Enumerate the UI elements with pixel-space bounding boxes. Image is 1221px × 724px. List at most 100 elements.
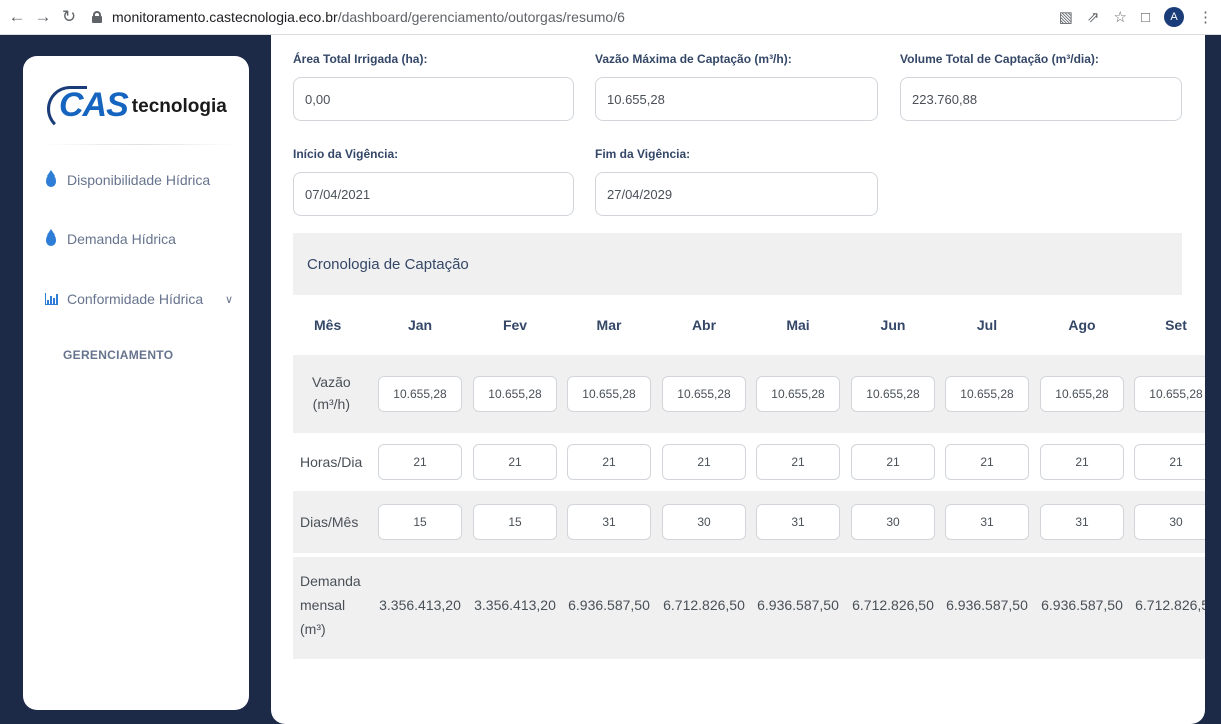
month-header: Jul (976, 317, 998, 333)
demanda-label-line: Demanda (300, 573, 361, 589)
dias-input[interactable]: 31 (945, 504, 1029, 540)
address-bar[interactable]: monitoramento.castecnologia.eco.br/dashb… (92, 4, 1059, 30)
demanda-row: Demanda mensal (m³) 3.356.413,20 3.356.4… (293, 557, 1205, 659)
water-drop-icon (43, 169, 59, 188)
horas-input[interactable]: 21 (851, 444, 935, 480)
back-icon[interactable]: ← (6, 6, 28, 28)
share-icon[interactable]: ⇗ (1087, 8, 1100, 26)
dias-input[interactable]: 30 (662, 504, 746, 540)
forward-icon[interactable]: → (32, 6, 54, 28)
dias-input[interactable]: 31 (756, 504, 840, 540)
profile-avatar[interactable]: A (1164, 7, 1184, 27)
month-header: Mai (786, 317, 810, 333)
month-header: Mar (596, 317, 622, 333)
demanda-value: 6.712.826,50 (852, 597, 934, 613)
dias-input[interactable]: 31 (1040, 504, 1124, 540)
vazao-input[interactable]: 10.655,28 (378, 376, 462, 412)
browser-toolbar: ← → ↻ monitoramento.castecnologia.eco.br… (0, 0, 1221, 35)
demanda-unit-line: (m³) (300, 621, 326, 637)
month-header: Jun (880, 317, 906, 333)
horas-input[interactable]: 21 (1040, 444, 1124, 480)
chevron-down-icon[interactable]: ∨ (225, 293, 233, 306)
side-panel-icon[interactable]: □ (1141, 9, 1150, 26)
horas-input[interactable]: 21 (662, 444, 746, 480)
fim-vigencia-label: Fim da Vigência: (595, 147, 691, 161)
volume-total-label: Volume Total de Captação (m³/dia): (900, 52, 1099, 66)
main-content: Área Total Irrigada (ha): 0,00 Vazão Máx… (271, 35, 1205, 724)
lock-icon (92, 11, 102, 23)
fim-vigencia-field[interactable]: 27/04/2029 (595, 172, 878, 216)
inicio-vigencia-field[interactable]: 07/04/2021 (293, 172, 574, 216)
table-header-row: Mês Jan Fev Mar Abr Mai Jun Jul Ago Set (293, 295, 1205, 355)
mes-column-header: Mês (314, 317, 342, 333)
demanda-value: 3.356.413,20 (379, 597, 461, 613)
dias-input[interactable]: 30 (1134, 504, 1205, 540)
volume-total-field[interactable]: 223.760,88 (900, 77, 1182, 121)
demanda-row-label: Demanda mensal (m³) (300, 569, 361, 641)
vazao-input[interactable]: 10.655,28 (473, 376, 557, 412)
month-header: Jan (407, 317, 433, 333)
horas-row: Horas/Dia 21 21 21 21 21 21 21 21 21 (293, 433, 1205, 491)
horas-input[interactable]: 21 (945, 444, 1029, 480)
month-header: Fev (502, 317, 528, 333)
vazao-input[interactable]: 10.655,28 (567, 376, 651, 412)
cronologia-header: Cronologia de Captação (293, 233, 1182, 295)
horas-input[interactable]: 21 (378, 444, 462, 480)
bar-chart-icon (43, 291, 59, 307)
sidebar-section-gerenciamento: GERENCIAMENTO (63, 348, 174, 362)
vazao-label-line: Vazão (312, 374, 351, 390)
water-drop-icon (43, 228, 59, 247)
sidebar-divider (45, 144, 235, 145)
dias-input[interactable]: 31 (567, 504, 651, 540)
logo-tecnologia-text: tecnologia (131, 96, 227, 117)
dias-row-label: Dias/Mês (300, 514, 359, 530)
vazao-maxima-field[interactable]: 10.655,28 (595, 77, 878, 121)
vazao-input[interactable]: 10.655,28 (1134, 376, 1205, 412)
dias-input[interactable]: 30 (851, 504, 935, 540)
dias-input[interactable]: 15 (378, 504, 462, 540)
sidebar-item-conformidade[interactable]: Conformidade Hídrica ∨ (43, 291, 249, 307)
dias-input[interactable]: 15 (473, 504, 557, 540)
vazao-maxima-label: Vazão Máxima de Captação (m³/h): (595, 52, 792, 66)
cronologia-title: Cronologia de Captação (307, 255, 469, 273)
vazao-input[interactable]: 10.655,28 (662, 376, 746, 412)
demanda-value: 6.936.587,50 (1041, 597, 1123, 613)
translate-icon[interactable]: ▧ (1059, 8, 1073, 26)
reload-icon[interactable]: ↻ (58, 6, 80, 28)
url-domain: monitoramento.castecnologia.eco.br (112, 9, 338, 25)
browser-menu-icon[interactable]: ⋮ (1198, 8, 1213, 26)
sidebar-item-label: Demanda Hídrica (67, 231, 176, 247)
demanda-value: 3.356.413,20 (474, 597, 556, 613)
horas-input[interactable]: 21 (756, 444, 840, 480)
sidebar-item-disponibilidade[interactable]: Disponibilidade Hídrica (43, 169, 211, 188)
horas-row-label: Horas/Dia (300, 454, 363, 470)
month-header: Abr (691, 317, 717, 333)
demanda-value: 6.936.587,50 (946, 597, 1028, 613)
vazao-input[interactable]: 10.655,28 (945, 376, 1029, 412)
area-irrigada-field[interactable]: 0,00 (293, 77, 574, 121)
demanda-label-line: mensal (300, 597, 346, 613)
sidebar-item-demanda[interactable]: Demanda Hídrica (43, 228, 176, 247)
horas-input[interactable]: 21 (567, 444, 651, 480)
horas-input[interactable]: 21 (1134, 444, 1205, 480)
vazao-input[interactable]: 10.655,28 (1040, 376, 1124, 412)
month-header: Set (1165, 317, 1187, 333)
cas-tecnologia-logo[interactable]: CAS tecnologia (45, 78, 235, 132)
area-irrigada-label: Área Total Irrigada (ha): (293, 52, 428, 66)
dias-row: Dias/Mês 15 15 31 30 31 30 31 31 30 (293, 491, 1205, 553)
vazao-input[interactable]: 10.655,28 (756, 376, 840, 412)
month-header: Ago (1068, 317, 1096, 333)
sidebar-item-label: Conformidade Hídrica (67, 291, 204, 307)
demanda-value: 6.936.587,50 (757, 597, 839, 613)
inicio-vigencia-label: Início da Vigência: (293, 147, 399, 161)
logo-cas-text: CAS (59, 85, 129, 124)
demanda-value: 6.936.587,50 (568, 597, 650, 613)
vazao-input[interactable]: 10.655,28 (851, 376, 935, 412)
vazao-unit-line: (m³/h) (312, 396, 350, 412)
sidebar-item-label: Disponibilidade Hídrica (67, 172, 211, 188)
horas-input[interactable]: 21 (473, 444, 557, 480)
bookmark-star-icon[interactable]: ☆ (1113, 8, 1126, 26)
sidebar: CAS tecnologia Disponibilidade Hídrica D… (23, 56, 249, 710)
vazao-row-label: Vazão (m³/h) (312, 371, 351, 415)
vazao-row: Vazão (m³/h) 10.655,28 10.655,28 10.655,… (293, 355, 1205, 433)
